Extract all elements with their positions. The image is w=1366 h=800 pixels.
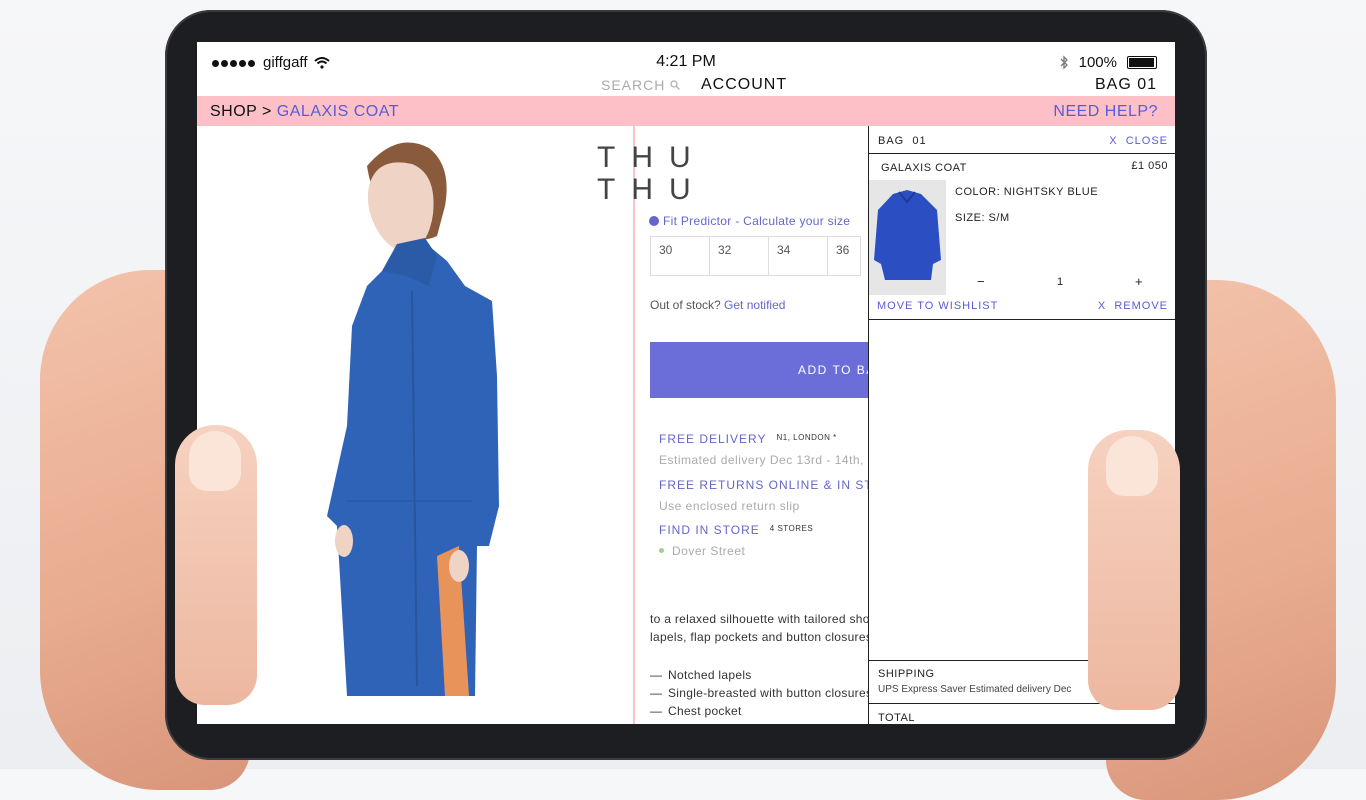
tablet-screen: giffgaff 4:21 PM 100% SEARCH ACCOUNT BAG… [197,42,1175,724]
top-nav: SEARCH ACCOUNT BAG 01 [197,76,1175,96]
delivery-location: N1, LONDON * [776,433,837,442]
breadcrumb-path: SHOP > GALAXIS COAT [210,103,399,121]
product-description: to a relaxed silhouette with tailored sh… [650,610,880,646]
feature-text: Single-breasted with button closures [668,686,873,700]
shipping-title: SHIPPING [878,668,935,680]
feature-item: — Single-breasted with button closures [650,686,873,700]
decrease-quantity-button[interactable]: − [977,274,985,289]
total-label: TOTAL [878,712,915,724]
feature-item: — Notched lapels [650,668,752,682]
size-option[interactable]: 34 [768,236,828,276]
fit-predictor-link[interactable]: Fit Predictor - Calculate your size [649,214,850,228]
right-thumb [1088,430,1180,710]
search-button[interactable]: SEARCH [601,77,681,93]
store-status-dot [659,548,664,553]
right-thumbnail-nail [1106,436,1158,496]
size-selector: 30 32 34 36 [650,236,861,276]
battery-percent: 100% [1078,54,1117,71]
delivery-estimate: Estimated delivery Dec 13rd - 14th, Inc [659,453,886,467]
left-thumb [175,425,257,705]
status-right: 100% [1059,54,1157,71]
remove-item-button[interactable]: X REMOVE [1098,300,1168,312]
bag-link[interactable]: BAG 01 [1095,76,1157,94]
search-label: SEARCH [601,77,666,93]
shipping-text: UPS Express Saver Estimated delivery Dec [878,684,1072,695]
increase-quantity-button[interactable]: + [1135,274,1143,289]
free-delivery-title[interactable]: FREE DELIVERY [659,432,766,446]
bag-item-thumbnail[interactable] [869,180,946,295]
store-count: 4 STORES [769,524,814,533]
bag-item-color: COLOR: NIGHTSKY BLUE [955,186,1099,198]
bag-title: BAG 01 [878,135,927,147]
bluetooth-icon [1060,55,1068,70]
quantity-value: 1 [1057,276,1064,288]
clock: 4:21 PM [656,53,716,70]
description-line: lapels, flap pockets and button closures [650,630,873,644]
out-of-stock: Out of stock? Get notified [650,298,785,312]
breadcrumb-shop[interactable]: SHOP > [210,103,272,120]
free-returns-title[interactable]: FREE RETURNS ONLINE & IN STORE [659,478,901,492]
get-notified-link[interactable]: Get notified [724,298,785,312]
free-delivery: FREE DELIVERY N1, LONDON * Estimated deli… [659,432,885,467]
feature-text: Chest pocket [668,704,742,718]
info-icon [649,216,659,226]
find-in-store: FIND IN STORE 4 STORES Dover Street [659,523,813,558]
size-option[interactable]: 32 [709,236,769,276]
battery-icon [1127,56,1157,69]
need-help-link[interactable]: NEED HELP? [1053,103,1158,121]
description-line: to a relaxed silhouette with tailored sh… [650,612,870,626]
bag-header: BAG 01 X CLOSE [869,126,1175,154]
brand-logo: THU THU [597,142,707,206]
feature-text: Notched lapels [668,668,752,682]
move-to-wishlist-button[interactable]: MOVE TO WISHLIST [877,300,998,312]
store-name[interactable]: Dover Street [672,544,745,558]
account-link[interactable]: ACCOUNT [701,76,787,94]
breadcrumb: SHOP > GALAXIS COAT NEED HELP? [197,96,1175,126]
returns-subtitle: Use enclosed return slip [659,499,800,513]
out-of-stock-label: Out of stock? [650,298,721,312]
left-thumbnail-nail [189,431,241,491]
bag-item-name[interactable]: GALAXIS COAT [881,162,967,174]
feature-item: — Chest pocket [650,704,742,718]
search-icon [670,80,681,90]
bag-item-size: SIZE: S/M [955,212,1010,224]
add-to-bag-button[interactable]: ADD TO BAG [650,342,885,398]
close-bag-button[interactable]: X CLOSE [1109,135,1168,147]
logo-line-2: THU [597,173,707,206]
divider [633,126,635,724]
free-returns: FREE RETURNS ONLINE & IN STORE Use enclo… [659,478,901,513]
breadcrumb-current: GALAXIS COAT [276,103,399,120]
logo-line-1: THU [597,141,707,174]
feature-list: — Notched lapels — Single-breasted with bu… [650,666,880,720]
bag-item-price: £1 050 [1131,160,1168,172]
size-option[interactable]: 30 [650,236,710,276]
size-option[interactable]: 36 [827,236,861,276]
bag-item: GALAXIS COAT £1 050 COLOR: NIGHTSKY BLUE… [869,154,1175,320]
fit-predictor-label: Fit Predictor - Calculate your size [663,214,851,228]
find-in-store-title[interactable]: FIND IN STORE [659,523,760,537]
product-image [197,126,632,724]
